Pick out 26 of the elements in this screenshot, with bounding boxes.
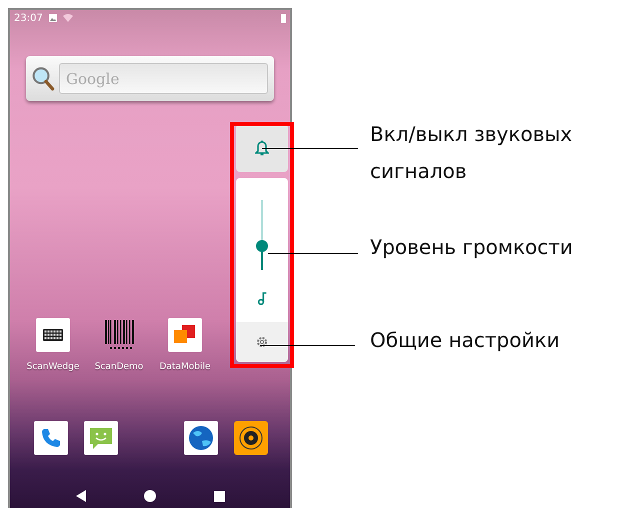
wifi-icon: [62, 14, 73, 22]
camera-icon[interactable]: [234, 421, 268, 455]
app-label[interactable]: ScanDemo: [94, 362, 144, 372]
status-time: 23:07: [14, 12, 43, 24]
callout-text: Уровень громкости: [370, 234, 573, 261]
ringer-button[interactable]: [236, 124, 288, 172]
back-icon[interactable]: [76, 490, 86, 502]
music-note-icon: [258, 292, 266, 305]
squares-icon[interactable]: [168, 318, 202, 352]
phone-icon[interactable]: [34, 421, 68, 455]
app-label[interactable]: ScanWedge: [26, 362, 80, 372]
callout-text: Вкл/выкл звуковых сигналов: [370, 121, 574, 185]
bell-icon: [255, 140, 269, 156]
search-field[interactable]: Google: [59, 63, 268, 94]
home-icon[interactable]: [144, 490, 156, 502]
callout-text: Общие настройки: [370, 327, 560, 354]
settings-icon: [256, 336, 268, 348]
settings-button[interactable]: [236, 322, 288, 362]
volume-slider[interactable]: [256, 200, 268, 270]
app-label[interactable]: DataMobile: [159, 362, 210, 372]
keyboard-icon[interactable]: [36, 318, 70, 352]
barcode-icon[interactable]: [102, 318, 136, 352]
recents-icon[interactable]: [214, 490, 224, 502]
battery-icon: [281, 14, 286, 22]
globe-icon[interactable]: [184, 421, 218, 455]
image-icon: [48, 14, 57, 22]
